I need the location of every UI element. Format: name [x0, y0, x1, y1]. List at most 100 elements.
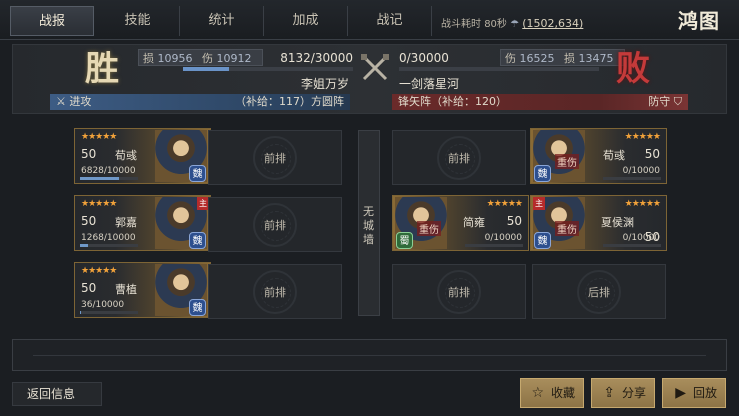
general-name: 曹植 [115, 283, 137, 296]
tab-statistics[interactable]: 统计 [180, 6, 264, 36]
troop-bar-fill [80, 177, 120, 180]
play-icon: ▶ [675, 385, 686, 401]
faction-badge: 魏 [189, 299, 206, 316]
troop-count: 6828/10000 [81, 166, 136, 176]
replay-label: 回放 [692, 386, 717, 400]
defender-formation-bar: 锋矢阵（补给：120） 防守 ⛉ [392, 94, 688, 110]
slot-label: 前排 [448, 286, 470, 299]
right-player-name: 一剑落星河 [399, 77, 460, 91]
front-row-slot: 前排 [208, 130, 342, 185]
share-button[interactable]: ⇪ 分享 [591, 378, 655, 408]
slot-label: 后排 [588, 286, 610, 299]
tab-skills[interactable]: 技能 [96, 6, 180, 36]
faction-badge: 魏 [534, 165, 551, 182]
no-wall-label: 无城墙 [363, 205, 374, 246]
left-hp-bar [183, 67, 353, 71]
duration-label: 战斗耗时 [441, 19, 481, 30]
tab-battle-report[interactable]: 战报 [10, 6, 94, 36]
attack-stance: ⚔ 进攻 [56, 94, 91, 110]
attacker-general-card[interactable]: ★★★★★ 50 郭嘉 1268/10000 主 魏 [74, 195, 211, 251]
favorite-label: 收藏 [550, 386, 575, 400]
injury-value: 16525 [519, 52, 555, 65]
right-hp-bar [399, 67, 599, 71]
loss-label: 损 [564, 52, 575, 65]
troop-bar-fill [80, 244, 88, 247]
loss-value: 10956 [157, 52, 193, 65]
attacker-formation-bar: ⚔ 进攻 （补给：117）方圆阵 [50, 94, 350, 110]
troop-bar [603, 244, 661, 247]
lord-badge: 主 [533, 197, 545, 210]
troop-bar-fill [80, 311, 82, 314]
duration-value: 80秒 [484, 19, 507, 30]
star-rating: ★★★★★ [624, 199, 661, 209]
left-damage-stats: 损 10956 伤 10912 [138, 49, 263, 66]
attacker-general-card[interactable]: ★★★★★ 50 曹植 36/10000 魏 [74, 262, 211, 318]
defender-supply: 锋矢阵（补给：120） [398, 95, 507, 108]
faction-badge: 魏 [534, 232, 551, 249]
defender-general-card[interactable]: 重伤 魏 ★★★★★ 荀彧 50 0/10000 [530, 128, 667, 184]
loss-value: 13475 [578, 52, 614, 65]
general-level: 50 [81, 147, 97, 161]
weather-icon: ☂ [510, 19, 520, 30]
slot-label: 前排 [448, 152, 470, 165]
general-level: 50 [644, 147, 660, 161]
tab-bonus[interactable]: 加成 [264, 6, 348, 36]
general-name: 简雍 [463, 216, 485, 229]
general-level: 50 [81, 281, 97, 295]
victory-mark: 胜 [85, 49, 119, 89]
divider [33, 355, 706, 356]
front-row-slot: 前排 [208, 197, 342, 252]
loss-label: 损 [143, 52, 154, 65]
share-icon: ⇪ [603, 385, 615, 401]
troop-bar [603, 177, 661, 180]
favorite-button[interactable]: ☆ 收藏 [520, 378, 584, 408]
stance-label: 防守 [648, 95, 671, 108]
share-label: 分享 [621, 386, 646, 400]
left-player-name: 李姐万岁 [301, 77, 350, 91]
left-hp-fill [183, 67, 229, 71]
right-damage-stats: 伤 16525 损 13475 [500, 49, 625, 66]
front-row-slot: 前排 [392, 130, 526, 185]
battle-info: 战斗耗时 80秒 ☂ (1502,634) [441, 15, 583, 30]
wall-divider: 无城墙 [358, 130, 380, 316]
troop-count: 0/10000 [622, 166, 660, 176]
general-name: 郭嘉 [115, 216, 137, 229]
troop-bar [80, 177, 138, 180]
back-info-button[interactable]: 返回信息 [12, 382, 102, 406]
troop-count: 0/10000 [484, 233, 522, 243]
coordinate-link[interactable]: (1502,634) [522, 17, 583, 30]
star-icon: ☆ [531, 385, 544, 401]
attacker-supply: （补给：117）方圆阵 [235, 95, 344, 108]
troop-count: 1268/10000 [81, 233, 136, 243]
injury-value: 10912 [216, 52, 252, 65]
defeat-mark: 败 [616, 49, 650, 89]
tab-battle-record[interactable]: 战记 [348, 6, 432, 36]
general-name: 夏侯渊 [601, 216, 634, 229]
general-name: 荀彧 [115, 149, 137, 162]
troop-bar [80, 311, 138, 314]
faction-badge: 魏 [189, 165, 206, 182]
replay-button[interactable]: ▶ 回放 [662, 378, 726, 408]
stance-label: 进攻 [69, 95, 92, 108]
faction-badge: 魏 [189, 232, 206, 249]
general-level: 50 [506, 214, 522, 228]
troop-count: 0/10000 [622, 233, 660, 243]
star-rating: ★★★★★ [624, 132, 661, 142]
slot-label: 前排 [264, 219, 286, 232]
slot-label: 前排 [264, 286, 286, 299]
slot-label: 前排 [264, 152, 286, 165]
front-row-slot: 前排 [392, 264, 526, 319]
attacker-general-card[interactable]: ★★★★★ 50 荀彧 6828/10000 魏 [74, 128, 211, 184]
troop-bar [80, 244, 138, 247]
star-rating: ★★★★★ [81, 266, 117, 276]
shield-icon: ⛉ [673, 95, 682, 108]
heavy-injury-tag: 重伤 [417, 221, 441, 236]
star-rating: ★★★★★ [81, 132, 117, 142]
battle-log-box[interactable] [12, 339, 727, 371]
injury-label: 伤 [505, 52, 516, 65]
front-row-slot: 前排 [208, 264, 342, 319]
defender-general-card[interactable]: 主 重伤 魏 ★★★★★ 夏侯渊 50 0/10000 [530, 195, 667, 251]
defense-stance: 防守 ⛉ [648, 94, 682, 110]
defender-general-card[interactable]: 重伤 蜀 ★★★★★ 简雍 50 0/10000 [392, 195, 529, 251]
star-rating: ★★★★★ [486, 199, 523, 209]
